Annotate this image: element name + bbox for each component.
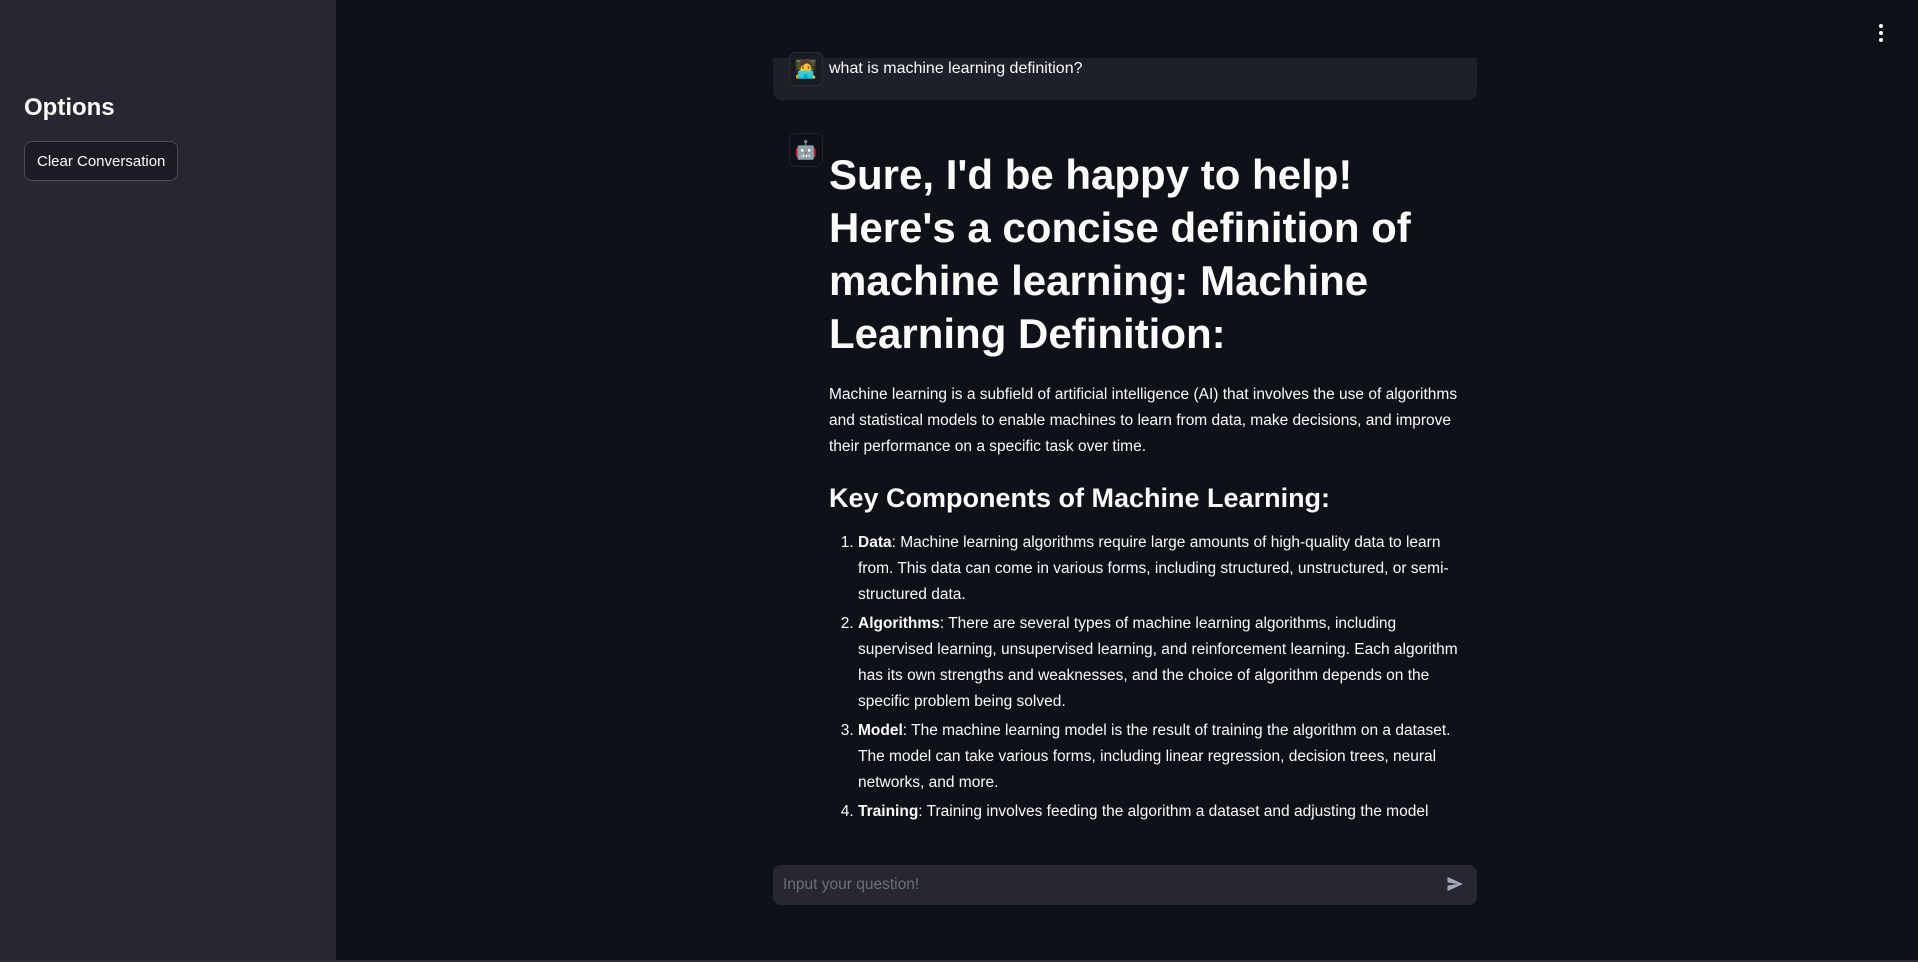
list-item-text: : The machine learning model is the resu… [858, 722, 1451, 791]
list-item-text: : Training involves feeding the algorith… [918, 803, 1429, 820]
list-item-term: Data [858, 534, 892, 551]
list-item: Data: Machine learning algorithms requir… [858, 530, 1473, 608]
sidebar: Options Clear Conversation [0, 0, 336, 962]
bot-avatar-icon: 🤖 [789, 133, 823, 167]
user-message-text: what is machine learning definition? [829, 60, 1083, 77]
main-area: 🧑‍💻 what is machine learning definition?… [336, 0, 1918, 962]
key-components-list: Data: Machine learning algorithms requir… [829, 530, 1473, 825]
chat-input-container [773, 865, 1477, 905]
bot-message: Sure, I'd be happy to help! Here's a con… [829, 148, 1473, 828]
send-icon [1447, 876, 1463, 891]
user-avatar-icon: 🧑‍💻 [789, 52, 823, 86]
list-item-term: Algorithms [858, 615, 940, 632]
list-item-text: : There are several types of machine lea… [858, 615, 1458, 710]
list-item: Algorithms: There are several types of m… [858, 611, 1473, 715]
clear-conversation-button[interactable]: Clear Conversation [24, 141, 179, 181]
sidebar-title: Options [24, 94, 115, 121]
bot-message-heading: Sure, I'd be happy to help! Here's a con… [829, 151, 1411, 357]
chat-input[interactable] [773, 865, 1433, 905]
list-item: Training: Training involves feeding the … [858, 799, 1473, 825]
list-item-term: Training [858, 803, 919, 820]
bot-message-subheading: Key Components of Machine Learning: [829, 483, 1331, 513]
bot-message-paragraph: Machine learning is a subfield of artifi… [829, 386, 1458, 455]
list-item-term: Model [858, 722, 903, 739]
kebab-menu-icon[interactable] [1878, 24, 1884, 42]
user-message: 🧑‍💻 what is machine learning definition? [773, 52, 1477, 100]
list-item: Model: The machine learning model is the… [858, 718, 1473, 796]
list-item-text: : Machine learning algorithms require la… [858, 534, 1449, 603]
send-button[interactable] [1443, 873, 1467, 897]
